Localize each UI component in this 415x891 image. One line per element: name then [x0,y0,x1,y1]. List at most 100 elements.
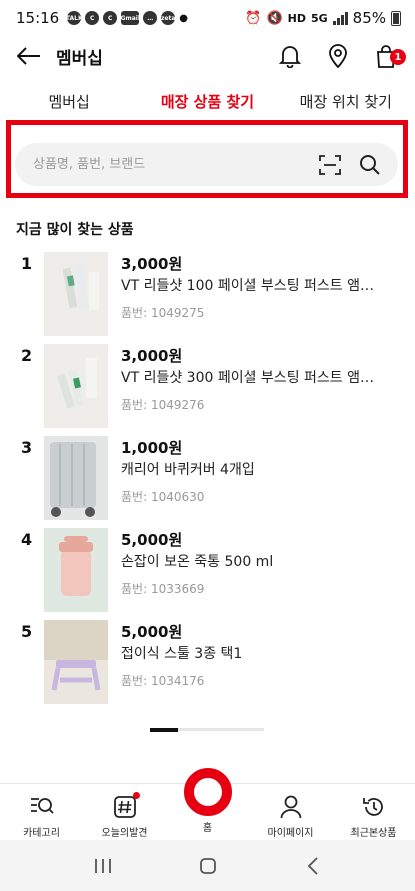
nav-category[interactable]: 카테고리 [0,784,83,839]
list-pager-indicator [150,727,264,732]
back-button[interactable] [16,43,42,69]
bell-icon [279,46,301,68]
store-location-button[interactable] [325,43,351,69]
gmail-icon: Gmail [121,11,140,25]
kakaotalk-icon: TALK [66,11,83,25]
nav-home[interactable]: 홈 [166,768,249,839]
hashtag-icon [112,792,140,820]
hd-indicator: HD [287,11,306,25]
notification-button[interactable] [277,43,303,69]
product-thumbnail [44,252,108,336]
product-name: 캐리어 바퀴커버 4개입 [121,462,255,478]
popular-products-title: 지금 많이 찾는 상품 [16,222,134,238]
person-icon [278,794,304,820]
status-bar: 15:16 TALK C C Gmail … zeta ● ⏰ 🔇 HD 5G … [0,0,415,36]
nav-my-page[interactable]: 마이페이지 [249,784,332,839]
header-actions: 1 [277,43,406,69]
search-bar[interactable] [15,143,398,186]
home-square-icon [199,857,216,874]
product-info: 3,000원 VT 리들샷 100 페이셜 부스팅 퍼스트 앰플 2... 품번… [121,254,391,324]
signal-icon [332,11,348,25]
product-name: 접이식 스툴 3종 택1 [121,646,243,662]
product-item-1[interactable]: 1 3,000원 VT 리들샷 100 페이셜 부스팅 퍼스트 앰플 2... … [0,250,415,338]
search-icon [360,154,380,175]
product-info: 1,000원 캐리어 바퀴커버 4개입 품번: 1040630 [121,438,391,508]
home-ring-icon [183,768,232,816]
tab-store-location-search[interactable]: 매장 위치 찾기 [277,88,415,118]
nav-label: 홈 [202,823,213,834]
product-thumbnail [44,620,108,704]
home-system-button[interactable] [193,851,223,881]
product-price: 3,000원 [121,255,183,273]
c-app-icon: C [85,11,100,25]
product-name: 손잡이 보온 죽통 500 ml [121,554,274,570]
nav-label: 오늘의발견 [101,828,148,839]
nav-today-discovery[interactable]: 오늘의발견 [83,784,166,839]
nav-label: 마이페이지 [267,828,314,839]
battery-percent: 85% [352,9,386,27]
product-code: 품번: 1040630 [121,490,205,504]
location-pin-icon [329,44,347,68]
product-code: 품번: 1049276 [121,398,205,412]
tab-membership[interactable]: 멤버십 [0,88,138,118]
product-item-2[interactable]: 2 3,000원 VT 리들샷 300 페이셜 부스팅 퍼스트 앰플 2... … [0,342,415,430]
back-system-button[interactable] [298,851,328,881]
cart-button[interactable]: 1 [373,43,406,69]
product-item-4[interactable]: 4 5,000원 손잡이 보온 죽통 500 ml 품번: 1033669 [0,526,415,614]
more-notifications-icon: ● [179,12,188,24]
product-thumbnail [44,436,108,520]
product-thumbnail [44,528,108,612]
zeta-icon: zeta [161,11,175,25]
product-price: 3,000원 [121,347,183,365]
network-indicator: 5G [310,11,328,25]
bottom-nav: 카테고리 오늘의발견 홈 마이페이지 최근본상품 [0,768,415,839]
system-nav-bar [0,840,415,891]
product-code: 품번: 1049275 [121,306,205,320]
product-info: 5,000원 접이식 스툴 3종 택1 품번: 1034176 [121,622,391,692]
product-name: VT 리들샷 300 페이셜 부스팅 퍼스트 앰플 2... [121,370,383,386]
product-rank: 1 [21,254,33,273]
recent-apps-icon [94,858,111,873]
nav-label: 최근본상품 [350,828,397,839]
search-input[interactable] [33,157,302,172]
back-arrow-icon [17,47,40,65]
nav-label: 카테고리 [23,828,60,839]
status-right: ⏰ 🔇 HD 5G 85% [245,9,401,27]
product-code: 품번: 1034176 [121,674,205,688]
product-price: 1,000원 [121,439,183,457]
scan-icon [319,154,341,175]
alarm-icon: ⏰ [245,10,262,26]
status-time: 15:16 [16,9,60,27]
product-rank: 3 [21,438,33,457]
product-info: 5,000원 손잡이 보온 죽통 500 ml 품번: 1033669 [121,530,391,600]
product-name: VT 리들샷 100 페이셜 부스팅 퍼스트 앰플 2... [121,278,383,294]
new-dot-badge [132,792,140,799]
tab-bar: 멤버십 매장 상품 찾기 매장 위치 찾기 [0,88,415,118]
search-button[interactable] [358,153,382,177]
history-icon [361,794,387,820]
category-search-icon [29,794,55,820]
product-price: 5,000원 [121,623,183,641]
battery-icon [391,10,401,26]
product-item-5[interactable]: 5 5,000원 접이식 스툴 3종 택1 품번: 1034176 [0,618,415,706]
tab-store-product-search[interactable]: 매장 상품 찾기 [138,88,276,118]
product-price: 5,000원 [121,531,183,549]
pager-active-segment [150,727,178,732]
notification-icons: TALK C C Gmail … zeta ● [66,11,188,25]
product-rank: 5 [21,622,33,641]
product-info: 3,000원 VT 리들샷 300 페이셜 부스팅 퍼스트 앰플 2... 품번… [121,346,391,416]
product-code: 품번: 1033669 [121,582,205,596]
nav-recent-products[interactable]: 최근본상품 [332,784,415,839]
product-rank: 4 [21,530,33,549]
mute-icon: 🔇 [266,10,283,26]
product-item-3[interactable]: 3 1,000원 캐리어 바퀴커버 4개입 품번: 1040630 [0,434,415,522]
page-title: 멤버십 [56,48,103,69]
product-rank: 2 [21,346,33,365]
chevron-left-icon [307,856,318,875]
barcode-scan-button[interactable] [318,153,342,177]
app-header: 멤버십 1 [0,36,415,76]
chat-icon: … [143,11,158,25]
recent-apps-button[interactable] [88,851,118,881]
c-app-icon-2: C [103,11,118,25]
cart-badge: 1 [390,49,406,65]
